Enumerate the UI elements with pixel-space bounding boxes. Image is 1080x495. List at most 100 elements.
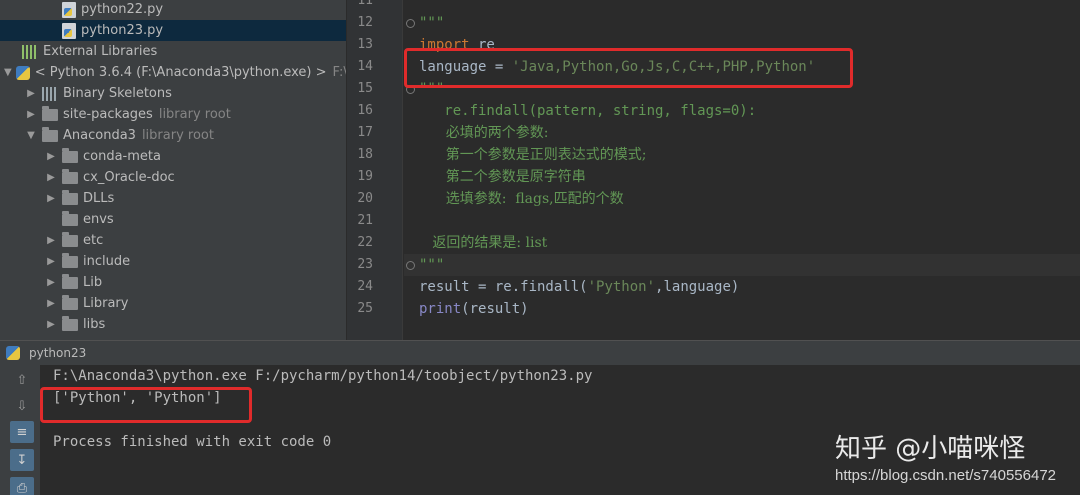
tree-row-label: conda-meta xyxy=(83,149,161,164)
soft-wrap-icon[interactable]: ≡ xyxy=(10,421,34,443)
code-line: 第一个参数是正则表达式的模式; xyxy=(419,144,647,166)
line-number: 20 xyxy=(357,191,373,206)
code-token: (result) xyxy=(461,301,529,317)
caret-right-icon[interactable] xyxy=(44,151,58,162)
fold-marker-icon[interactable] xyxy=(406,261,415,270)
code-token: ,language) xyxy=(655,279,740,295)
tree-row[interactable]: External Libraries xyxy=(0,41,346,62)
line-number: 19 xyxy=(357,169,373,184)
caret-right-icon[interactable] xyxy=(44,298,58,309)
code-line: 必填的两个参数: xyxy=(419,122,549,144)
tree-row-annotation: library root xyxy=(158,107,231,122)
python-file-icon xyxy=(62,22,76,39)
tree-row[interactable]: < Python 3.6.4 (F:\Anaconda3\python.exe)… xyxy=(0,62,346,83)
console-line-command: F:\Anaconda3\python.exe F:/pycharm/pytho… xyxy=(53,368,593,384)
tree-row-label: site-packages xyxy=(63,107,153,122)
code-token: 'Python' xyxy=(587,279,656,295)
caret-down-icon[interactable] xyxy=(4,67,12,78)
highlight-box-line-14 xyxy=(404,48,853,88)
caret-right-icon[interactable] xyxy=(44,277,58,288)
caret-right-icon[interactable] xyxy=(44,256,58,267)
tree-row-label: Library xyxy=(83,296,129,311)
line-number-gutter: 11 12 13 14 15 16 17 18 19 20 21 22 23 24 25 xyxy=(347,0,403,340)
line-number: 17 xyxy=(357,125,373,140)
folder-icon xyxy=(62,210,78,226)
tree-row-label: etc xyxy=(83,233,104,248)
line-number: 24 xyxy=(357,279,373,294)
tree-row[interactable]: Library xyxy=(0,293,346,314)
caret-right-icon[interactable] xyxy=(24,109,38,120)
tree-row[interactable]: cx_Oracle-doc xyxy=(0,167,346,188)
line-number: 23 xyxy=(357,257,373,272)
code-editor[interactable]: 11 12 13 14 15 16 17 18 19 20 21 22 23 24 25 """ import… xyxy=(347,0,1080,340)
code-line: """ xyxy=(419,12,444,34)
caret-right-icon[interactable] xyxy=(24,88,38,99)
tree-row[interactable]: etc xyxy=(0,230,346,251)
folder-icon xyxy=(62,168,78,184)
tree-row[interactable]: Lib xyxy=(0,272,346,293)
scroll-to-end-icon[interactable]: ↧ xyxy=(10,449,34,471)
caret-right-icon[interactable] xyxy=(44,172,58,183)
folder-icon xyxy=(62,189,78,205)
tree-row-label: python22.py xyxy=(81,2,164,17)
tree-row[interactable]: conda-meta xyxy=(0,146,346,167)
code-token: """ xyxy=(419,15,445,31)
fold-marker-icon[interactable] xyxy=(406,19,415,28)
line-number: 25 xyxy=(357,301,373,316)
print-icon[interactable]: ⎙ xyxy=(10,477,34,495)
code-token: = re.findall( xyxy=(469,279,588,295)
line-number: 15 xyxy=(357,81,373,96)
caret-right-icon[interactable] xyxy=(44,319,58,330)
code-token: """ xyxy=(419,257,445,273)
tree-row-label: Anaconda3 xyxy=(63,128,136,143)
console-line-exit: Process finished with exit code 0 xyxy=(53,434,332,450)
line-number: 16 xyxy=(357,103,373,118)
highlight-box-output xyxy=(40,387,252,423)
line-number: 21 xyxy=(357,213,373,228)
tree-row-label: envs xyxy=(83,212,114,227)
run-tab-label[interactable]: python23 xyxy=(29,346,86,360)
tree-row[interactable]: site-packages library root xyxy=(0,104,346,125)
tree-row-label: include xyxy=(83,254,131,269)
tree-row-label: Lib xyxy=(83,275,103,290)
tree-row[interactable]: Anaconda3 library root xyxy=(0,125,346,146)
tree-row-label: < Python 3.6.4 (F:\Anaconda3\python.exe)… xyxy=(34,65,327,80)
code-token: re.findall(pattern, string, flags=0): xyxy=(419,103,757,119)
watermark-zhihu: 知乎 @小喵咪怪 xyxy=(835,434,1026,464)
tree-row[interactable]: python23.py xyxy=(0,20,346,41)
code-line: 第二个参数是原字符串 xyxy=(419,166,586,188)
tree-row[interactable]: Binary Skeletons xyxy=(0,83,346,104)
folder-icon xyxy=(42,126,58,142)
watermark-url: https://blog.csdn.net/s740556472 xyxy=(835,467,1057,484)
python-run-icon xyxy=(6,346,20,360)
code-line: result = re.findall('Python',language) xyxy=(419,276,739,298)
code-token: print xyxy=(419,301,462,317)
folder-icon xyxy=(62,315,78,331)
tree-row[interactable]: envs xyxy=(0,209,346,230)
folder-icon xyxy=(62,294,78,310)
tree-row[interactable]: python22.py xyxy=(0,0,346,20)
library-icon xyxy=(42,86,58,101)
line-number: 12 xyxy=(357,15,373,30)
tree-row[interactable]: libs xyxy=(0,314,346,335)
tree-row-label: cx_Oracle-doc xyxy=(83,170,175,185)
tree-row-label: DLLs xyxy=(83,191,115,206)
run-toolbar: ⇧ ⇩ ≡ ↧ ⎙ xyxy=(0,365,40,495)
tree-row[interactable]: include xyxy=(0,251,346,272)
caret-right-icon[interactable] xyxy=(44,193,58,204)
line-number: 14 xyxy=(357,59,373,74)
code-token: 选填参数: flags,匹配的个数 xyxy=(419,191,624,207)
caret-right-icon[interactable] xyxy=(44,235,58,246)
tree-row[interactable]: DLLs xyxy=(0,188,346,209)
tree-row-label: python23.py xyxy=(81,23,164,38)
code-token: 第二个参数是原字符串 xyxy=(419,169,586,185)
line-number: 18 xyxy=(357,147,373,162)
caret-down-icon[interactable] xyxy=(24,130,38,141)
tree-row-annotation: library root xyxy=(141,128,214,143)
tree-row-label: External Libraries xyxy=(43,44,158,59)
scroll-down-icon[interactable]: ⇩ xyxy=(10,395,34,417)
line-number: 11 xyxy=(357,0,373,8)
folder-icon xyxy=(42,105,58,121)
scroll-up-icon[interactable]: ⇧ xyxy=(10,369,34,391)
code-token: 返回的结果是: list xyxy=(419,235,548,251)
